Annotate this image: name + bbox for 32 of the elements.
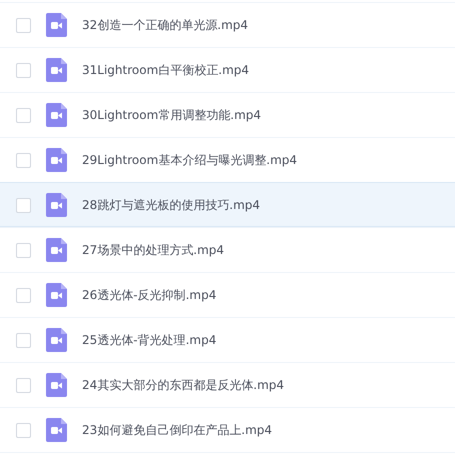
checkbox[interactable] <box>16 288 31 302</box>
video-file-icon <box>46 328 67 352</box>
file-name[interactable]: 30Lightroom常用调整功能.mp4 <box>82 106 262 124</box>
file-name[interactable]: 28跳灯与遮光板的使用技巧.mp4 <box>82 196 260 214</box>
checkbox[interactable] <box>16 422 31 438</box>
file-name[interactable]: 31Lightroom白平衡校正.mp4 <box>82 62 250 78</box>
checkbox[interactable] <box>16 332 31 348</box>
file-name[interactable]: 25透光体-背光处理.mp4 <box>82 332 216 348</box>
video-file-icon <box>46 58 67 82</box>
file-name[interactable]: 29Lightroom基本介绍与曝光调整.mp4 <box>82 152 298 168</box>
checkbox[interactable] <box>16 198 31 212</box>
checkbox[interactable] <box>16 152 31 168</box>
checkbox[interactable] <box>16 18 31 32</box>
video-file-icon <box>46 283 67 307</box>
checkbox[interactable] <box>16 62 31 78</box>
checkbox[interactable] <box>16 378 31 392</box>
checkbox[interactable] <box>16 242 31 258</box>
file-name[interactable]: 27场景中的处理方式.mp4 <box>82 242 224 258</box>
checkbox[interactable] <box>16 108 31 122</box>
video-file-icon <box>46 103 67 127</box>
video-file-icon <box>46 148 67 172</box>
video-file-icon <box>46 418 67 442</box>
video-file-icon <box>46 238 67 262</box>
video-file-icon <box>46 13 67 37</box>
file-name[interactable]: 23如何避免自己倒印在产品上.mp4 <box>82 422 272 438</box>
file-name[interactable]: 32创造一个正确的单光源.mp4 <box>82 16 248 34</box>
file-name[interactable]: 26透光体-反光抑制.mp4 <box>82 286 216 304</box>
file-name[interactable]: 24其实大部分的东西都是反光体.mp4 <box>82 376 284 394</box>
video-file-icon <box>46 373 67 397</box>
file-row[interactable]: 28跳灯与遮光板的使用技巧.mp4 <box>0 182 455 227</box>
video-file-icon <box>46 193 67 217</box>
file-row[interactable]: 23如何避免自己倒印在产品上.mp4 <box>0 407 455 453</box>
